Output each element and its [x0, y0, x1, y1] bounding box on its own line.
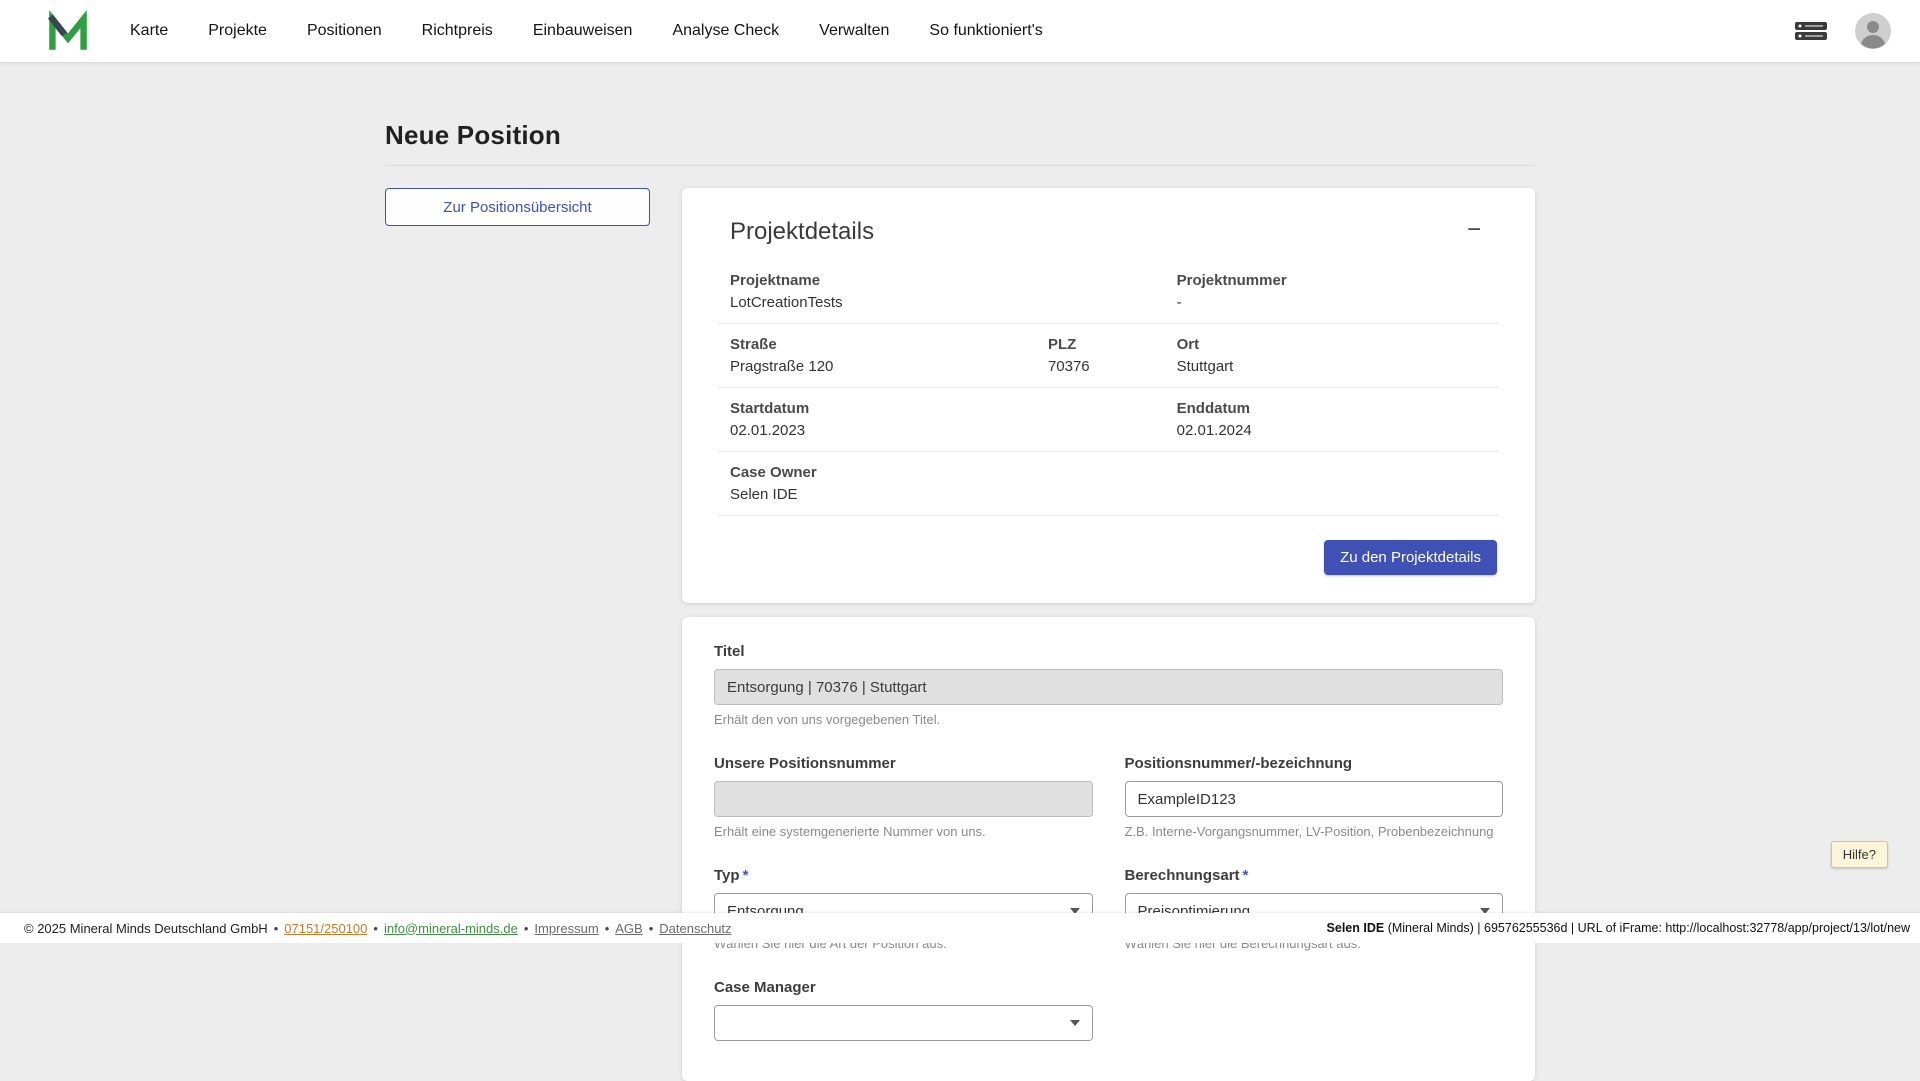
project-details-title: Projektdetails: [730, 218, 874, 246]
footer-user-name: Selen IDE: [1327, 921, 1385, 935]
typ-label-text: Typ: [714, 867, 740, 884]
typ-required-asterisk: *: [743, 867, 749, 884]
project-details-actions: Zu den Projektdetails: [718, 540, 1499, 575]
field-plz: PLZ 70376: [1048, 336, 1177, 375]
titel-input: [714, 669, 1503, 705]
projektnummer-label: Projektnummer: [1177, 272, 1487, 289]
content-grid: Zur Positionsübersicht Projektdetails − …: [385, 188, 1535, 1081]
project-details-header: Projektdetails −: [718, 218, 1499, 246]
our-position-number-helper: Erhält eine systemgenerierte Nummer von …: [714, 824, 1093, 839]
case-manager-select[interactable]: [714, 1005, 1093, 1041]
field-strasse: Straße Pragstraße 120: [730, 336, 1048, 375]
footer: © 2025 Mineral Minds Deutschland GmbH • …: [0, 913, 1920, 943]
projektnummer-value: -: [1177, 294, 1487, 311]
strasse-value: Pragstraße 120: [730, 358, 1048, 375]
server-icon[interactable]: [1794, 19, 1828, 43]
position-designation-helper: Z.B. Interne-Vorgangsnummer, LV-Position…: [1125, 824, 1504, 839]
berechnungsart-label: Berechnungsart*: [1125, 867, 1504, 884]
nav-item-karte[interactable]: Karte: [130, 0, 168, 62]
mineral-minds-logo-icon[interactable]: [46, 9, 90, 53]
project-row-dates: Startdatum 02.01.2023 Enddatum 02.01.202…: [718, 388, 1499, 452]
ort-label: Ort: [1177, 336, 1487, 353]
project-row-name-number: Projektname LotCreationTests Projektnumm…: [718, 260, 1499, 324]
case-owner-label: Case Owner: [730, 464, 1487, 481]
nav-item-verwalten[interactable]: Verwalten: [819, 0, 889, 62]
help-button[interactable]: Hilfe?: [1831, 841, 1888, 868]
new-position-form-card: Titel Erhält den von uns vorgegebenen Ti…: [682, 617, 1535, 1081]
berechnungsart-required-asterisk: *: [1243, 867, 1249, 884]
footer-separator: •: [605, 921, 610, 936]
plz-value: 70376: [1048, 358, 1177, 375]
top-navigation-bar: Karte Projekte Positionen Richtpreis Ein…: [0, 0, 1920, 62]
field-projektnummer: Projektnummer -: [1177, 272, 1487, 311]
footer-separator: •: [373, 921, 378, 936]
field-startdatum: Startdatum 02.01.2023: [730, 400, 1177, 439]
ort-value: Stuttgart: [1177, 358, 1487, 375]
enddatum-value: 02.01.2024: [1177, 422, 1487, 439]
project-row-owner: Case Owner Selen IDE: [718, 452, 1499, 516]
position-overview-button[interactable]: Zur Positionsübersicht: [385, 188, 650, 226]
case-manager-group: Case Manager: [714, 979, 1093, 1041]
nav-item-richtpreis[interactable]: Richtpreis: [422, 0, 493, 62]
our-position-number-group: Unsere Positionsnummer Erhält eine syste…: [714, 755, 1093, 839]
footer-user-details: (Mineral Minds) | 69576255536d | URL of …: [1388, 921, 1910, 935]
our-position-number-input: [714, 781, 1093, 817]
titel-helper: Erhält den von uns vorgegebenen Titel.: [714, 712, 1503, 727]
berechnungsart-label-text: Berechnungsart: [1125, 867, 1240, 884]
field-ort: Ort Stuttgart: [1177, 336, 1487, 375]
plz-label: PLZ: [1048, 336, 1177, 353]
footer-copyright: © 2025 Mineral Minds Deutschland GmbH: [24, 921, 268, 936]
startdatum-label: Startdatum: [730, 400, 1177, 417]
nav-item-projekte[interactable]: Projekte: [208, 0, 267, 62]
project-details-card: Projektdetails − Projektname LotCreation…: [682, 188, 1535, 603]
project-row-address: Straße Pragstraße 120 PLZ 70376 Ort Stut…: [718, 324, 1499, 388]
footer-session-info: Selen IDE (Mineral Minds) | 69576255536d…: [1327, 921, 1910, 935]
projektname-value: LotCreationTests: [730, 294, 1177, 311]
nav-item-analyse-check[interactable]: Analyse Check: [672, 0, 779, 62]
header-actions: [1794, 12, 1892, 50]
footer-left: © 2025 Mineral Minds Deutschland GmbH • …: [24, 921, 732, 936]
page-title: Neue Position: [385, 120, 1535, 151]
field-case-owner: Case Owner Selen IDE: [730, 464, 1487, 503]
projektname-label: Projektname: [730, 272, 1177, 289]
enddatum-label: Enddatum: [1177, 400, 1487, 417]
footer-agb-link[interactable]: AGB: [615, 921, 642, 936]
footer-impressum-link[interactable]: Impressum: [534, 921, 598, 936]
case-manager-label: Case Manager: [714, 979, 1093, 996]
position-designation-input[interactable]: [1125, 781, 1504, 817]
right-column: Projektdetails − Projektname LotCreation…: [682, 188, 1535, 1081]
footer-separator: •: [524, 921, 529, 936]
footer-separator: •: [274, 921, 279, 936]
case-owner-value: Selen IDE: [730, 486, 1487, 503]
startdatum-value: 02.01.2023: [730, 422, 1177, 439]
nav-item-so-funktionierts[interactable]: So funktioniert's: [929, 0, 1042, 62]
case-manager-row: Case Manager: [714, 979, 1503, 1041]
footer-datenschutz-link[interactable]: Datenschutz: [659, 921, 731, 936]
field-projektname: Projektname LotCreationTests: [730, 272, 1177, 311]
project-details-rows: Projektname LotCreationTests Projektnumm…: [718, 260, 1499, 516]
typ-label: Typ*: [714, 867, 1093, 884]
user-avatar-icon[interactable]: [1854, 12, 1892, 50]
titel-group: Titel Erhält den von uns vorgegebenen Ti…: [714, 643, 1503, 727]
title-divider: [385, 165, 1535, 166]
footer-email-link[interactable]: info@mineral-minds.de: [384, 921, 518, 936]
position-designation-group: Positionsnummer/-bezeichnung Z.B. Intern…: [1125, 755, 1504, 839]
field-enddatum: Enddatum 02.01.2024: [1177, 400, 1487, 439]
position-designation-label: Positionsnummer/-bezeichnung: [1125, 755, 1504, 772]
footer-separator: •: [649, 921, 654, 936]
footer-phone-link[interactable]: 07151/250100: [284, 921, 367, 936]
our-position-number-label: Unsere Positionsnummer: [714, 755, 1093, 772]
titel-label: Titel: [714, 643, 1503, 660]
nav-item-einbauweisen[interactable]: Einbauweisen: [533, 0, 633, 62]
project-details-button[interactable]: Zu den Projektdetails: [1324, 540, 1497, 575]
main-nav: Karte Projekte Positionen Richtpreis Ein…: [130, 0, 1043, 62]
position-number-row: Unsere Positionsnummer Erhält eine syste…: [714, 755, 1503, 839]
nav-item-positionen[interactable]: Positionen: [307, 0, 382, 62]
left-column: Zur Positionsübersicht: [385, 188, 650, 226]
collapse-minus-icon[interactable]: −: [1461, 218, 1487, 242]
strasse-label: Straße: [730, 336, 1048, 353]
chevron-down-icon: [1070, 1020, 1080, 1026]
